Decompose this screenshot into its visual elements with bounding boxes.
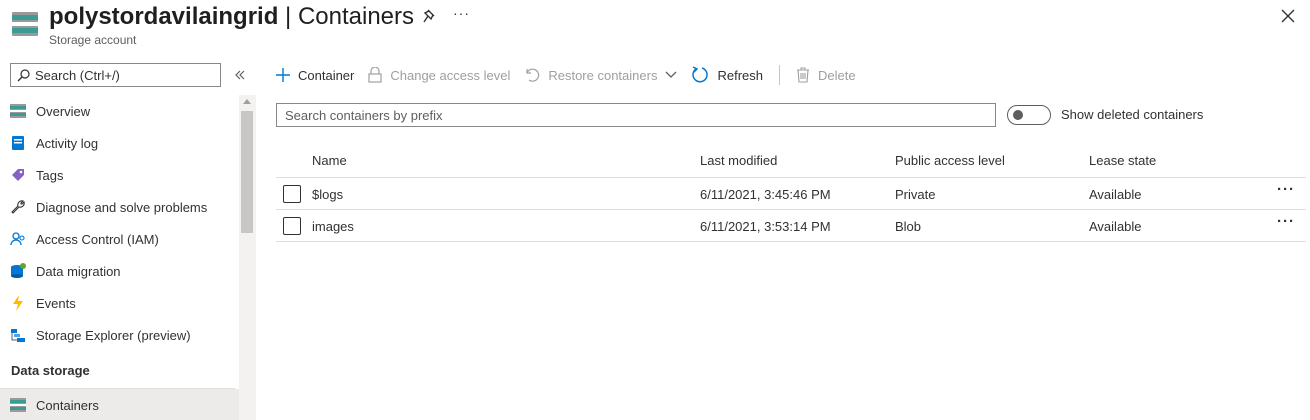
close-icon[interactable] (1279, 7, 1297, 25)
show-deleted-label: Show deleted containers (1061, 107, 1204, 122)
page-title: polystordavilaingrid | Containers (49, 2, 414, 32)
sidebar-item-activity-log[interactable]: Activity log (0, 127, 239, 159)
table-row[interactable]: $logs 6/11/2021, 3:45:46 PM Private Avai… (276, 178, 1306, 210)
sidebar-item-events[interactable]: Events (0, 287, 239, 319)
storage-account-icon (12, 12, 38, 36)
title-separator: | (278, 3, 298, 30)
public-access-cell: Blob (895, 219, 922, 234)
storage-overview-icon (10, 103, 26, 119)
storage-explorer-icon (10, 327, 26, 343)
delete-label: Delete (818, 67, 856, 83)
sidebar-item-label: Events (36, 295, 76, 311)
sidebar-item-label: Data migration (36, 263, 121, 279)
sidebar-item-label: Storage Explorer (preview) (36, 327, 191, 343)
sidebar-item-label: Containers (36, 397, 99, 413)
container-name-link[interactable]: $logs (312, 187, 343, 202)
row-more-options-icon[interactable]: ··· (1277, 213, 1301, 233)
sidebar: Search (Ctrl+/) Overview Activity log Ta… (0, 52, 256, 420)
plus-icon (276, 68, 290, 82)
search-icon (17, 69, 30, 82)
sidebar-menu: Overview Activity log Tags Diagnose and … (0, 95, 239, 420)
public-access-cell: Private (895, 187, 936, 202)
blade-title: Containers (297, 3, 415, 30)
command-bar: Container Change access level Restore co… (276, 62, 870, 88)
refresh-button[interactable]: Refresh (691, 62, 763, 88)
data-migration-icon (10, 263, 26, 279)
sidebar-item-overview[interactable]: Overview (0, 95, 239, 127)
column-header-public-access[interactable]: Public access level (895, 153, 1005, 168)
sidebar-item-label: Access Control (IAM) (36, 231, 159, 247)
sidebar-item-access-control[interactable]: Access Control (IAM) (0, 223, 239, 255)
column-header-last-modified[interactable]: Last modified (700, 153, 777, 168)
sidebar-search-placeholder: Search (Ctrl+/) (35, 68, 120, 83)
scroll-up-arrow-icon[interactable] (243, 99, 251, 104)
table-row[interactable]: images 6/11/2021, 3:53:14 PM Blob Availa… (276, 210, 1306, 242)
show-deleted-toggle[interactable] (1007, 105, 1051, 125)
lock-icon (368, 67, 382, 83)
collapse-sidebar-icon[interactable] (232, 67, 248, 83)
table-header: Name Last modified Public access level L… (276, 144, 1306, 178)
chevron-down-icon[interactable] (665, 71, 677, 79)
sidebar-item-tags[interactable]: Tags (0, 159, 239, 191)
row-more-options-icon[interactable]: ··· (1277, 181, 1301, 201)
containers-table: Name Last modified Public access level L… (276, 144, 1306, 242)
column-header-name[interactable]: Name (312, 153, 347, 168)
row-checkbox[interactable] (283, 217, 301, 235)
refresh-icon (691, 66, 709, 84)
pin-icon[interactable] (421, 7, 439, 27)
containers-icon (10, 397, 26, 413)
last-modified-cell: 6/11/2021, 3:45:46 PM (700, 187, 831, 202)
add-container-button[interactable]: Container (276, 62, 354, 88)
sidebar-item-diagnose[interactable]: Diagnose and solve problems (0, 191, 239, 223)
column-header-lease-state[interactable]: Lease state (1089, 153, 1156, 168)
change-access-level-button[interactable]: Change access level (368, 62, 510, 88)
sidebar-item-label: Activity log (36, 135, 99, 151)
sidebar-item-label: Tags (36, 167, 64, 183)
container-search-placeholder: Search containers by prefix (285, 108, 443, 123)
last-modified-cell: 6/11/2021, 3:53:14 PM (700, 219, 831, 234)
toggle-knob (1013, 110, 1023, 120)
scroll-thumb[interactable] (241, 111, 253, 233)
row-checkbox[interactable] (283, 185, 301, 203)
sidebar-item-data-migration[interactable]: Data migration (0, 255, 239, 287)
sidebar-scrollbar[interactable] (239, 95, 256, 420)
people-icon (10, 231, 26, 247)
resource-type-subtitle: Storage account (49, 33, 137, 47)
sidebar-item-containers[interactable]: Containers (0, 389, 239, 420)
container-name-link[interactable]: images (312, 219, 354, 234)
more-options-icon[interactable]: ··· (453, 5, 473, 25)
sidebar-item-label: Diagnose and solve problems (36, 199, 208, 215)
sidebar-section-data-storage: Data storage (0, 351, 235, 389)
lease-state-cell: Available (1089, 219, 1142, 234)
delete-button[interactable]: Delete (796, 62, 856, 88)
trash-icon (796, 67, 810, 83)
sidebar-item-storage-explorer[interactable]: Storage Explorer (preview) (0, 319, 239, 351)
sidebar-item-label: Overview (36, 103, 91, 119)
activity-log-icon (10, 135, 26, 151)
undo-icon (524, 67, 540, 83)
lease-state-cell: Available (1089, 187, 1142, 202)
change-access-level-label: Change access level (390, 67, 511, 83)
restore-containers-button[interactable]: Restore containers (524, 62, 677, 88)
refresh-label: Refresh (717, 67, 763, 83)
add-container-label: Container (298, 67, 355, 83)
sidebar-search-input[interactable]: Search (Ctrl+/) (10, 63, 221, 87)
resource-name: polystordavilaingrid (49, 3, 279, 30)
toolbar-divider (779, 65, 780, 85)
container-prefix-search-input[interactable]: Search containers by prefix (276, 103, 996, 127)
tag-icon (10, 167, 26, 183)
restore-containers-label: Restore containers (548, 67, 658, 83)
lightning-icon (10, 295, 26, 311)
wrench-icon (10, 199, 26, 215)
